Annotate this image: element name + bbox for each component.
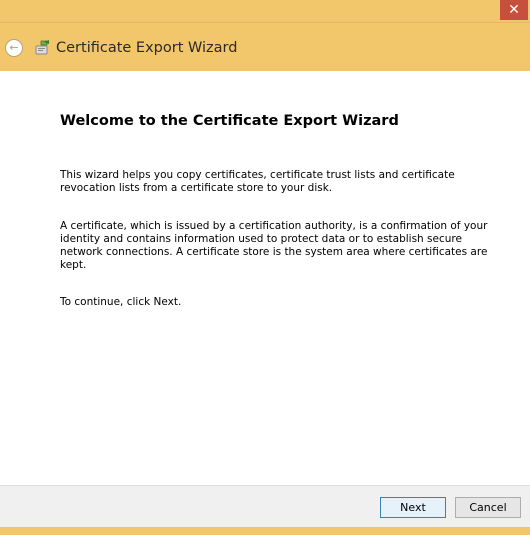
wizard-window: ✕ ← Certificate Export Wizard Welcome to… (0, 0, 530, 535)
wizard-title: Certificate Export Wizard (56, 40, 238, 56)
window-bottom-border (0, 527, 530, 535)
wizard-footer: Next Cancel (0, 485, 530, 528)
page-heading: Welcome to the Certificate Export Wizard (60, 113, 399, 129)
cancel-button[interactable]: Cancel (455, 497, 521, 518)
intro-paragraph: This wizard helps you copy certificates,… (60, 169, 455, 194)
close-button[interactable]: ✕ (500, 0, 528, 20)
next-button[interactable]: Next (380, 497, 446, 518)
certificate-description-paragraph: A certificate, which is issued by a cert… (60, 220, 488, 271)
back-arrow-icon[interactable]: ← (5, 39, 23, 57)
certificate-wizard-icon (35, 40, 49, 55)
continue-instruction: To continue, click Next. (60, 296, 182, 308)
wizard-content: Welcome to the Certificate Export Wizard… (0, 71, 530, 485)
wizard-header: ← Certificate Export Wizard (0, 22, 530, 71)
